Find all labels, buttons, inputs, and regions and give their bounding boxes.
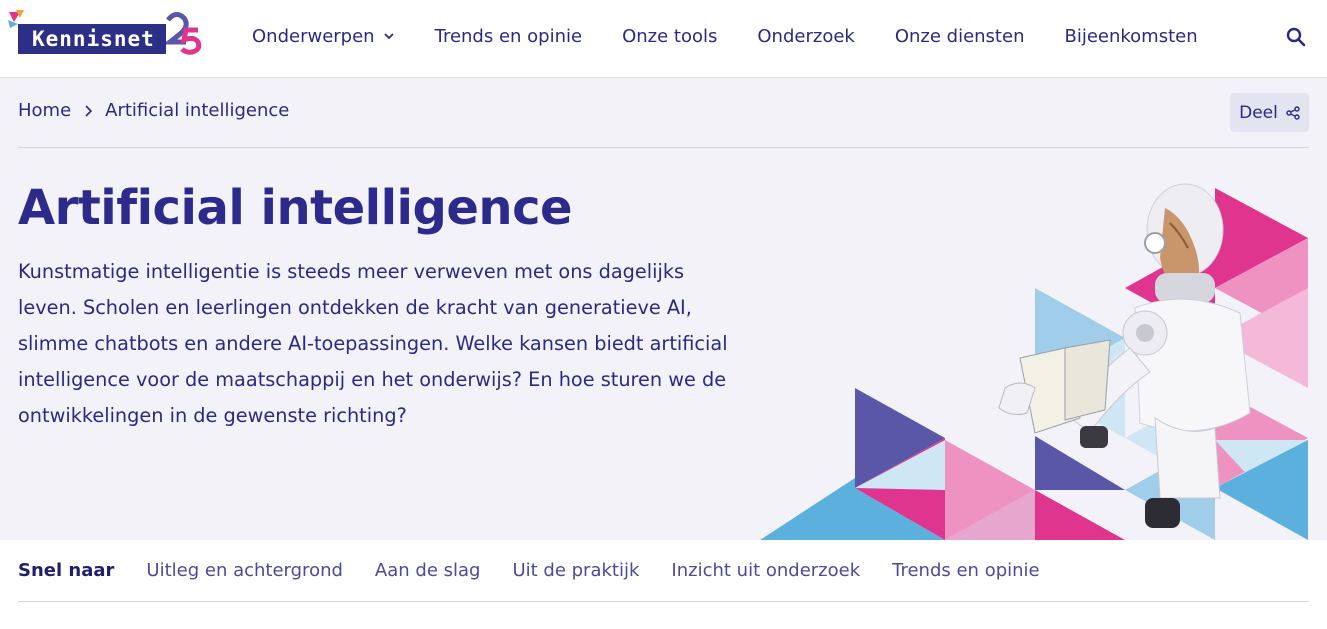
share-label: Deel — [1239, 102, 1278, 123]
page-intro: Kunstmatige intelligentie is steeds meer… — [18, 260, 728, 427]
nav-item-onze-diensten[interactable]: Onze diensten — [895, 24, 1025, 48]
search-icon — [1286, 27, 1306, 47]
quick-link-uit-de-praktijk[interactable]: Uit de praktijk — [512, 560, 639, 581]
hero-section: Home Artificial intelligence Deel Artifi… — [0, 78, 1327, 540]
main-nav: Onderwerpen Trends en opinie Onze tools … — [252, 24, 1238, 48]
page-title: Artificial intelligence — [18, 180, 573, 236]
nav-item-label: Onderzoek — [757, 25, 855, 47]
nav-item-label: Bijeenkomsten — [1064, 25, 1198, 47]
quick-nav-divider — [18, 601, 1309, 602]
site-header: Kennisnet Onderwerpen Trends en opinie O… — [0, 0, 1327, 78]
nav-item-label: Onze diensten — [894, 25, 1025, 47]
nav-item-bijeenkomsten[interactable]: Bijeenkomsten — [1064, 24, 1197, 48]
quick-nav-lead: Snel naar — [18, 560, 115, 581]
robot-reading-book-illustration — [760, 183, 1308, 540]
nav-item-onze-tools[interactable]: Onze tools — [622, 24, 717, 48]
share-icon — [1286, 105, 1300, 120]
quick-link-uitleg-en-achtergrond[interactable]: Uitleg en achtergrond — [146, 560, 343, 581]
kennisnet-logo[interactable]: Kennisnet — [8, 10, 208, 56]
nav-item-label: Onze tools — [622, 25, 718, 47]
breadcrumb-current: Artificial intelligence — [105, 100, 290, 121]
chevron-right-icon — [85, 104, 93, 117]
quick-nav: Snel naar Uitleg en achtergrond Aan de s… — [0, 540, 1327, 629]
quick-link-inzicht-uit-onderzoek[interactable]: Inzicht uit onderzoek — [671, 560, 860, 581]
quick-nav-row: Snel naar Uitleg en achtergrond Aan de s… — [18, 560, 1072, 581]
breadcrumb-home-link[interactable]: Home — [18, 100, 71, 121]
search-button[interactable] — [1285, 26, 1307, 48]
nav-item-onderzoek[interactable]: Onderzoek — [757, 24, 854, 48]
breadcrumb-divider — [18, 147, 1309, 148]
share-button[interactable]: Deel — [1230, 93, 1309, 132]
quick-link-aan-de-slag[interactable]: Aan de slag — [375, 560, 481, 581]
logo-wordmark: Kennisnet — [18, 24, 166, 54]
nav-item-label: Onderwerpen — [252, 25, 375, 47]
chevron-down-icon — [383, 33, 394, 40]
nav-item-onderwerpen[interactable]: Onderwerpen — [252, 24, 395, 48]
quick-link-trends-en-opinie[interactable]: Trends en opinie — [892, 560, 1040, 581]
nav-item-trends-en-opinie[interactable]: Trends en opinie — [435, 24, 583, 48]
nav-item-label: Trends en opinie — [434, 25, 583, 47]
breadcrumb: Home Artificial intelligence — [18, 100, 289, 121]
